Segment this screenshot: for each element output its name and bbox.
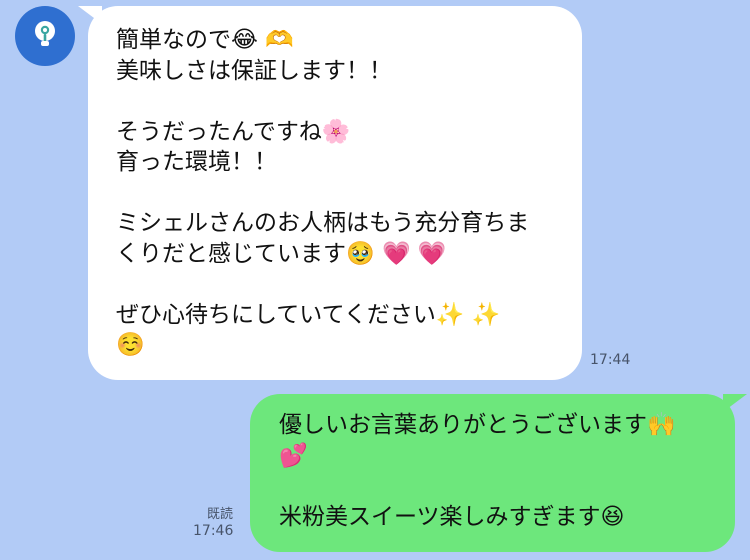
incoming-message-bubble[interactable]: 簡単なので😂 🫶 美味しさは保証します！！ そうだったんですね🌸 育った環境！！…	[78, 6, 582, 380]
message-text-line: 米粉美スイーツ楽しみすぎます😆	[279, 503, 625, 530]
lightbulb-icon	[35, 21, 55, 46]
message-text-line: ぜひ心待ちにしていてください✨ ✨	[116, 301, 501, 328]
incoming-timestamp: 17:44	[590, 352, 631, 368]
message-text-line: そうだったんですね🌸	[116, 118, 351, 145]
avatar[interactable]	[15, 6, 75, 66]
outgoing-message-bubble[interactable]: 優しいお言葉ありがとうございます🙌 💕 米粉美スイーツ楽しみすぎます😆	[250, 394, 747, 552]
message-text-line: 💕	[279, 442, 308, 469]
message-text-line: 優しいお言葉ありがとうございます🙌	[279, 412, 676, 438]
message-text-line: 美味しさは保証します！！	[116, 57, 392, 84]
message-text-line: ☺️	[116, 332, 145, 358]
message-text-line: くりだと感じています🥹 💗 💗	[116, 240, 447, 267]
read-receipt: 既読	[207, 507, 234, 522]
message-text-line: 育った環境！！	[116, 149, 277, 175]
outgoing-timestamp: 17:46	[193, 523, 234, 539]
message-text-line: ミシェルさんのお人柄はもう充分育ちま	[116, 210, 530, 236]
message-text-line: 簡単なので😂 🫶	[116, 27, 294, 53]
